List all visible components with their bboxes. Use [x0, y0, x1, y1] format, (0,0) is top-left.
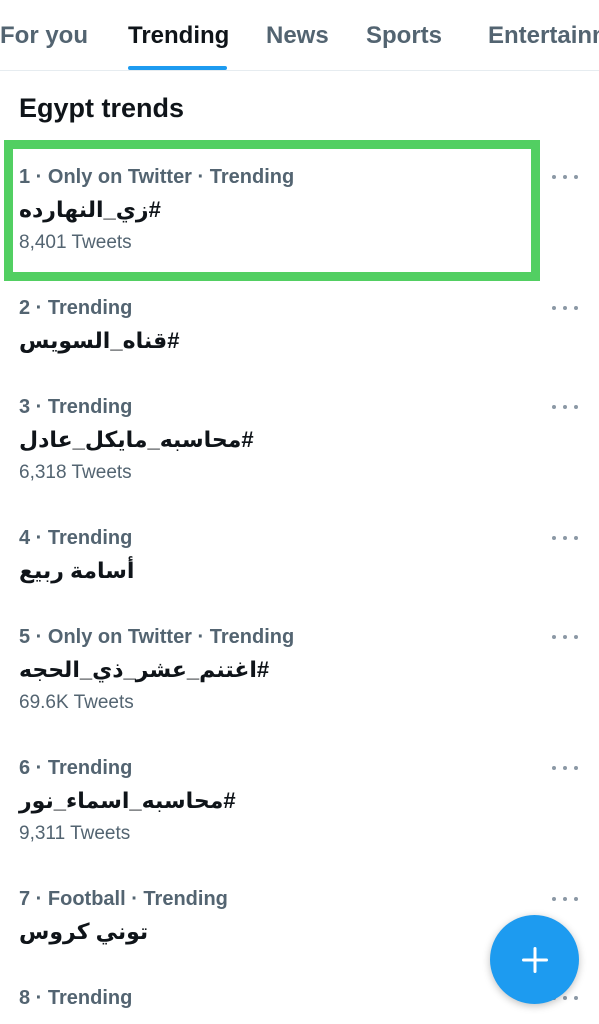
trend-item-3[interactable]: 3 · Trending #محاسبه_مايكل_عادل 6,318 Tw… — [0, 394, 599, 494]
tab-trending[interactable]: Trending — [128, 20, 229, 52]
trend-meta: 8 · Trending — [19, 987, 133, 1009]
more-horizontal-icon[interactable] — [552, 394, 578, 420]
trend-tweet-count: 69.6K Tweets — [19, 692, 134, 713]
plus-icon — [521, 946, 548, 973]
trend-meta: 3 · Trending — [19, 396, 133, 418]
trend-meta: 5 · Only on Twitter · Trending — [19, 626, 295, 648]
tab-for-you[interactable]: For you — [0, 20, 88, 52]
trend-tweet-count: 8,401 Tweets — [19, 232, 132, 253]
more-horizontal-icon[interactable] — [552, 886, 578, 912]
trend-tweet-count: 9,311 Tweets — [19, 823, 131, 844]
trend-name: أسامة ربيع — [19, 558, 135, 583]
trend-item-1[interactable]: 1 · Only on Twitter · Trending #زي_النها… — [0, 164, 599, 274]
trend-item-6[interactable]: 6 · Trending #محاسبه_اسماء_نور 9,311 Twe… — [0, 755, 599, 855]
trend-meta: 1 · Only on Twitter · Trending — [19, 166, 295, 188]
more-horizontal-icon[interactable] — [552, 164, 578, 190]
tab-sports[interactable]: Sports — [366, 20, 442, 52]
trend-name: #اغتنم_عشر_ذي_الحجه — [19, 657, 270, 682]
section-title: Egypt trends — [19, 93, 185, 123]
trend-meta: 6 · Trending — [19, 757, 133, 779]
tab-news[interactable]: News — [266, 20, 329, 52]
trend-item-5[interactable]: 5 · Only on Twitter · Trending #اغتنم_عش… — [0, 624, 599, 724]
more-horizontal-icon[interactable] — [552, 295, 578, 321]
trend-item-4[interactable]: 4 · Trending أسامة ربيع — [0, 525, 599, 595]
more-horizontal-icon[interactable] — [552, 755, 578, 781]
trend-meta: 2 · Trending — [19, 297, 133, 319]
trend-name: #محاسبه_مايكل_عادل — [19, 427, 254, 452]
compose-tweet-button[interactable] — [490, 915, 579, 1004]
trend-meta: 7 · Football · Trending — [19, 888, 228, 910]
trend-name: #محاسبه_اسماء_نور — [19, 788, 236, 813]
more-horizontal-icon[interactable] — [552, 525, 578, 551]
trend-name: توني كروس — [19, 919, 149, 944]
tab-entertainment[interactable]: Entertainm — [488, 20, 599, 52]
more-horizontal-icon[interactable] — [552, 624, 578, 650]
trend-name: #قناه_السويس — [19, 328, 180, 353]
active-tab-indicator — [128, 66, 227, 70]
trend-tweet-count: 6,318 Tweets — [19, 462, 132, 483]
trend-meta: 4 · Trending — [19, 527, 133, 549]
trend-name: #زي_النهارده — [19, 197, 161, 222]
explore-tab-bar: For you Trending News Sports Entertainm — [0, 0, 599, 71]
trend-item-2[interactable]: 2 · Trending #قناه_السويس — [0, 295, 599, 365]
